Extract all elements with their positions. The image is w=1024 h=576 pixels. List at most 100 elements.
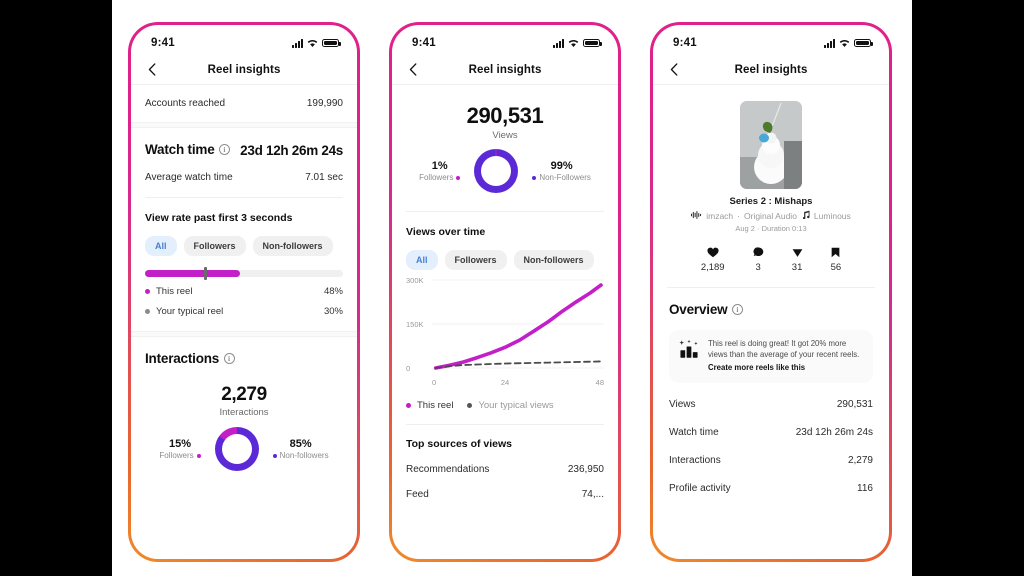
legend-dot-icon: [145, 289, 150, 294]
nav-bar-3: Reel insights: [653, 55, 889, 85]
reel-title: Series 2 : Mishaps: [729, 196, 813, 207]
watch-time-label: Watch time: [145, 142, 215, 157]
interactions-total-label: Interactions: [219, 407, 269, 418]
info-icon[interactable]: i: [218, 144, 230, 156]
overview-value: 290,531: [836, 398, 873, 410]
y-tick-150k: 150K: [406, 320, 424, 329]
view-rate-title: View rate past first 3 seconds: [145, 212, 293, 224]
status-icons: [292, 38, 341, 48]
views-donut-section: 290,531 Views 1% Followers 99% Non-Follo…: [392, 103, 618, 193]
stat-shares-value: 31: [791, 262, 803, 273]
screen-2-content: 290,531 Views 1% Followers 99% Non-Follo…: [392, 85, 618, 559]
chart-legend-this-reel: This reel: [406, 400, 453, 411]
status-icons: [824, 38, 873, 48]
views-total: 290,531: [466, 103, 544, 128]
legend-dot-icon: [272, 453, 277, 458]
accounts-reached-row[interactable]: Accounts reached 199,990: [145, 98, 343, 109]
stat-likes[interactable]: 2,189: [701, 246, 725, 273]
status-time: 9:41: [151, 37, 175, 49]
stat-likes-value: 2,189: [700, 262, 725, 273]
views-nonfollowers-label: Non-Followers: [539, 173, 591, 182]
wifi-icon: [839, 39, 850, 48]
chip-non-followers[interactable]: Non-followers: [513, 250, 594, 270]
interactions-header: Interactions i: [145, 350, 343, 368]
view-rate-bar: [145, 267, 343, 280]
stat-shares[interactable]: 31: [792, 246, 803, 273]
top-source-row-feed[interactable]: Feed 74,...: [406, 489, 604, 500]
top-sources-title: Top sources of views: [406, 438, 512, 450]
status-bar-2: 9:41: [392, 25, 618, 55]
info-icon[interactable]: i: [731, 304, 743, 316]
reel-author[interactable]: imzach: [706, 211, 733, 221]
legend-dot-icon: [532, 175, 537, 180]
screen-1: 9:41 Reel insights Accounts reached 199,…: [131, 25, 357, 559]
overview-tip-card[interactable]: This reel is doing great! It got 20% mor…: [669, 330, 873, 383]
battery-icon: [854, 38, 873, 48]
view-rate-filter-chips: All Followers Non-followers: [145, 236, 343, 256]
back-button[interactable]: [405, 62, 421, 78]
overview-row-interactions[interactable]: Interactions 2,279: [669, 455, 873, 466]
bookmark-icon: [831, 246, 842, 259]
series-this-reel: [433, 283, 603, 370]
view-rate-bar-fill: [145, 270, 241, 277]
chip-followers[interactable]: Followers: [444, 250, 507, 270]
overview-label: Watch time: [669, 426, 719, 438]
music-note-icon: [801, 210, 810, 221]
legend-this-reel-value: 48%: [323, 286, 343, 297]
podium-sparkle-icon: [679, 339, 699, 364]
phone-mockup-1: 9:41 Reel insights Accounts reached 199,…: [128, 22, 360, 562]
overview-row-watch-time[interactable]: Watch time 23d 12h 26m 24s: [669, 427, 873, 438]
slide-canvas: 9:41 Reel insights Accounts reached 199,…: [112, 0, 912, 576]
legend-typical-reel-label: Your typical reel: [156, 306, 224, 317]
average-watch-time-label: Average watch time: [145, 172, 233, 183]
reel-thumbnail[interactable]: [740, 101, 802, 189]
nav-bar-2: Reel insights: [392, 55, 618, 85]
audio-waveform-icon: [691, 210, 702, 221]
accounts-reached-label: Accounts reached: [145, 98, 226, 109]
cellular-signal-icon: [553, 38, 564, 48]
info-icon[interactable]: i: [223, 353, 235, 365]
legend-typical-reel: Your typical reel: [145, 306, 223, 317]
status-icons: [553, 38, 602, 48]
page-title: Reel insights: [734, 63, 808, 76]
ice-cream-cone-thumbnail-art: [740, 101, 802, 189]
legend-dot-icon: [406, 403, 411, 408]
top-source-label: Feed: [406, 489, 429, 500]
overview-title: Overview: [669, 302, 728, 317]
stat-comments[interactable]: 3: [753, 246, 764, 273]
overview-tip-cta[interactable]: Create more reels like this: [708, 363, 863, 374]
interactions-donut-chart: [214, 427, 259, 471]
top-source-row-recommendations[interactable]: Recommendations 236,950: [406, 464, 604, 475]
chip-non-followers[interactable]: Non-followers: [252, 236, 333, 256]
chip-all[interactable]: All: [145, 236, 177, 256]
interactions-nonfollowers-stat: 85% Non-followers: [272, 438, 329, 460]
reel-track[interactable]: Luminous: [814, 211, 851, 221]
share-icon: [792, 246, 803, 259]
x-tick-48: 48: [595, 378, 604, 387]
overview-tip-text-group: This reel is doing great! It got 20% mor…: [708, 339, 863, 374]
overview-value: 2,279: [847, 454, 873, 466]
views-over-time-title: Views over time: [406, 226, 486, 238]
interactions-followers-pct: 15%: [169, 438, 192, 450]
accounts-reached-value: 199,990: [306, 98, 343, 109]
legend-typical-reel-value: 30%: [323, 306, 343, 317]
overview-row-views[interactable]: Views 290,531: [669, 399, 873, 410]
nav-bar-1: Reel insights: [131, 55, 357, 85]
back-button[interactable]: [666, 62, 682, 78]
chip-followers[interactable]: Followers: [183, 236, 246, 256]
chip-all[interactable]: All: [406, 250, 438, 270]
chart-legend: This reel Your typical views: [406, 400, 604, 411]
interactions-total: 2,279: [221, 384, 267, 405]
back-button[interactable]: [144, 62, 160, 78]
legend-dot-icon: [467, 403, 473, 408]
battery-icon: [583, 38, 602, 48]
chart-legend-this-reel-label: This reel: [417, 400, 454, 411]
page-title: Reel insights: [207, 63, 281, 76]
wifi-icon: [307, 39, 318, 48]
overview-value: 23d 12h 26m 24s: [795, 426, 873, 438]
reel-stats-row: 2,189 3 31 56: [653, 246, 889, 273]
top-source-value: 236,950: [567, 464, 604, 475]
stat-saves[interactable]: 56: [831, 246, 842, 273]
overview-row-profile-activity[interactable]: Profile activity 116: [669, 483, 873, 494]
views-followers-label: Followers: [419, 173, 454, 182]
